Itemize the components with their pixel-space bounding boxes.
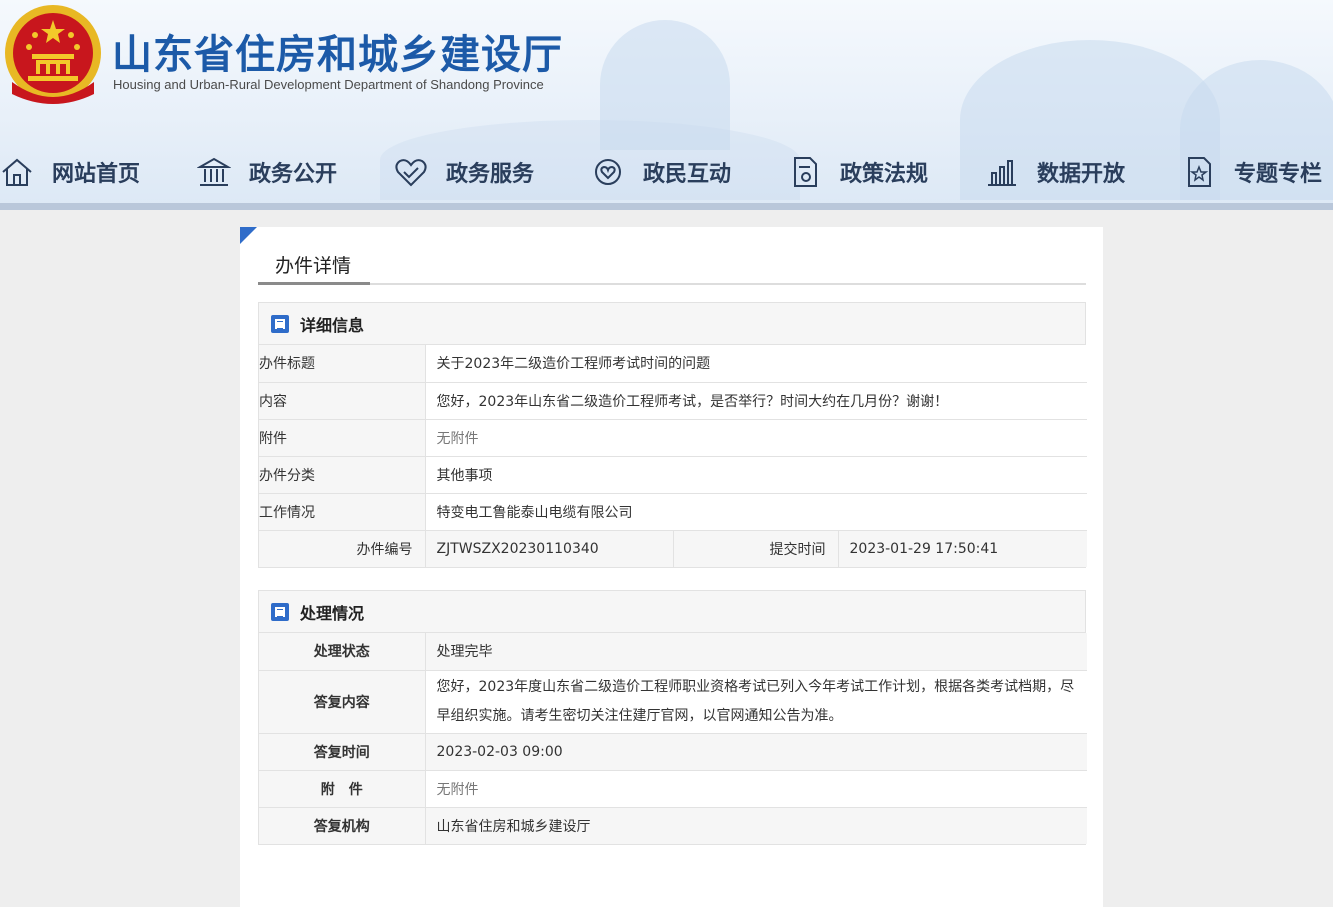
data-chart-icon bbox=[988, 160, 1016, 186]
case-title-value: 关于2023年二级造价工程师考试时间的问题 bbox=[425, 345, 1087, 382]
home-icon bbox=[2, 158, 32, 186]
nav-item-government-affairs[interactable]: 政务公开 bbox=[197, 147, 337, 197]
interaction-icon bbox=[595, 159, 621, 185]
row-label: 答复机构 bbox=[259, 806, 426, 844]
table-row: 附件 无附件 bbox=[259, 418, 1087, 456]
site-subtitle: Housing and Urban-Rural Development Depa… bbox=[113, 77, 544, 92]
row-label: 内容 bbox=[259, 381, 426, 419]
section-title: 详细信息 bbox=[300, 315, 365, 335]
national-emblem-logo bbox=[5, 5, 101, 104]
nav-item-services[interactable]: 政务服务 bbox=[394, 147, 534, 197]
attachment-value: 无附件 bbox=[425, 418, 1087, 456]
submit-time-value: 2023-01-29 17:50:41 bbox=[838, 529, 1087, 567]
row-label: 答复时间 bbox=[259, 732, 426, 770]
reply-time-value: 2023-02-03 09:00 bbox=[425, 732, 1087, 770]
reply-agency-value: 山东省住房和城乡建设厅 bbox=[425, 806, 1087, 844]
case-number-label: 办件编号 bbox=[259, 529, 426, 567]
table-row: 办件编号 ZJTWSZX20230110340 提交时间 2023-01-29 … bbox=[259, 529, 1087, 567]
tab-case-details[interactable]: 办件详情 bbox=[258, 247, 370, 285]
special-topic-icon bbox=[1188, 157, 1211, 187]
row-label: 办件分类 bbox=[259, 455, 426, 493]
nav-label: 数据开放 bbox=[1037, 162, 1126, 187]
row-label: 办件标题 bbox=[259, 345, 426, 382]
table-row: 附 件 无附件 bbox=[259, 769, 1087, 807]
section-title: 处理情况 bbox=[300, 603, 365, 623]
table-row: 处理状态 处理完毕 bbox=[259, 633, 1087, 670]
corner-decoration bbox=[240, 227, 257, 244]
details-section: 详细信息 办件标题 关于2023年二级造价工程师考试时间的问题 内容 您好，20… bbox=[258, 302, 1087, 568]
details-table: 办件标题 关于2023年二级造价工程师考试时间的问题 内容 您好，2023年山东… bbox=[259, 345, 1087, 567]
nav-label: 政务公开 bbox=[249, 162, 338, 187]
row-label: 答复内容 bbox=[259, 669, 426, 733]
row-label: 工作情况 bbox=[259, 492, 426, 530]
work-unit-value: 特变电工鲁能泰山电缆有限公司 bbox=[425, 492, 1087, 530]
tab-bar: 办件详情 bbox=[258, 247, 1086, 285]
content-value: 您好，2023年山东省二级造价工程师考试，是否举行？时间大约在几月份？谢谢！ bbox=[425, 381, 1087, 419]
table-row: 答复内容 您好，2023年度山东省二级造价工程师职业资格考试已列入今年考试工作计… bbox=[259, 669, 1087, 733]
site-title: 山东省住房和城乡建设厅 bbox=[112, 32, 563, 78]
case-number-value: ZJTWSZX20230110340 bbox=[425, 529, 674, 567]
nav-label: 政务服务 bbox=[446, 162, 535, 187]
submit-time-label: 提交时间 bbox=[673, 529, 839, 567]
nav-label: 政民互动 bbox=[643, 162, 732, 187]
detail-panel: 办件详情 详细信息 办件标题 关于2023年二级造价工程师考试时间的问题 内容 … bbox=[240, 227, 1103, 907]
list-icon bbox=[271, 314, 289, 333]
reply-attachment-value: 无附件 bbox=[425, 769, 1087, 807]
row-label: 处理状态 bbox=[259, 633, 426, 670]
main-nav: 网站首页 政务公开 政务服务 政民互动 政策法规 数据开放 专题专栏 bbox=[0, 147, 1333, 197]
nav-label: 专题专栏 bbox=[1234, 162, 1323, 187]
table-row: 内容 您好，2023年山东省二级造价工程师考试，是否举行？时间大约在几月份？谢谢… bbox=[259, 381, 1087, 419]
header-divider bbox=[0, 203, 1333, 210]
handshake-heart-icon bbox=[395, 159, 427, 187]
row-label: 附 件 bbox=[259, 769, 426, 807]
nav-item-open-data[interactable]: 数据开放 bbox=[985, 147, 1125, 197]
row-label: 附件 bbox=[259, 418, 426, 456]
document-icon bbox=[271, 602, 289, 621]
table-row: 工作情况 特变电工鲁能泰山电缆有限公司 bbox=[259, 492, 1087, 530]
nav-label: 网站首页 bbox=[52, 162, 141, 187]
status-value: 处理完毕 bbox=[425, 633, 1087, 670]
processing-section: 处理情况 处理状态 处理完毕 答复内容 您好，2023年度山东省二级造价工程师职… bbox=[258, 590, 1087, 845]
table-row: 办件标题 关于2023年二级造价工程师考试时间的问题 bbox=[259, 345, 1087, 382]
nav-item-special-topics[interactable]: 专题专栏 bbox=[1182, 147, 1322, 197]
policy-document-icon bbox=[794, 157, 817, 187]
category-value: 其他事项 bbox=[425, 455, 1087, 493]
nav-label: 政策法规 bbox=[840, 162, 929, 187]
nav-item-interaction[interactable]: 政民互动 bbox=[591, 147, 731, 197]
processing-table: 处理状态 处理完毕 答复内容 您好，2023年度山东省二级造价工程师职业资格考试… bbox=[259, 633, 1087, 844]
nav-item-policy[interactable]: 政策法规 bbox=[788, 147, 928, 197]
processing-section-header: 处理情况 bbox=[259, 591, 1085, 633]
site-header: 山东省住房和城乡建设厅 Housing and Urban-Rural Deve… bbox=[0, 0, 1333, 210]
nav-item-home[interactable]: 网站首页 bbox=[0, 147, 140, 197]
table-row: 答复时间 2023-02-03 09:00 bbox=[259, 732, 1087, 770]
table-row: 答复机构 山东省住房和城乡建设厅 bbox=[259, 806, 1087, 844]
reply-content-value: 您好，2023年度山东省二级造价工程师职业资格考试已列入今年考试工作计划，根据各… bbox=[425, 669, 1087, 733]
details-section-header: 详细信息 bbox=[259, 303, 1085, 345]
table-row: 办件分类 其他事项 bbox=[259, 455, 1087, 493]
government-building-icon bbox=[197, 157, 231, 186]
